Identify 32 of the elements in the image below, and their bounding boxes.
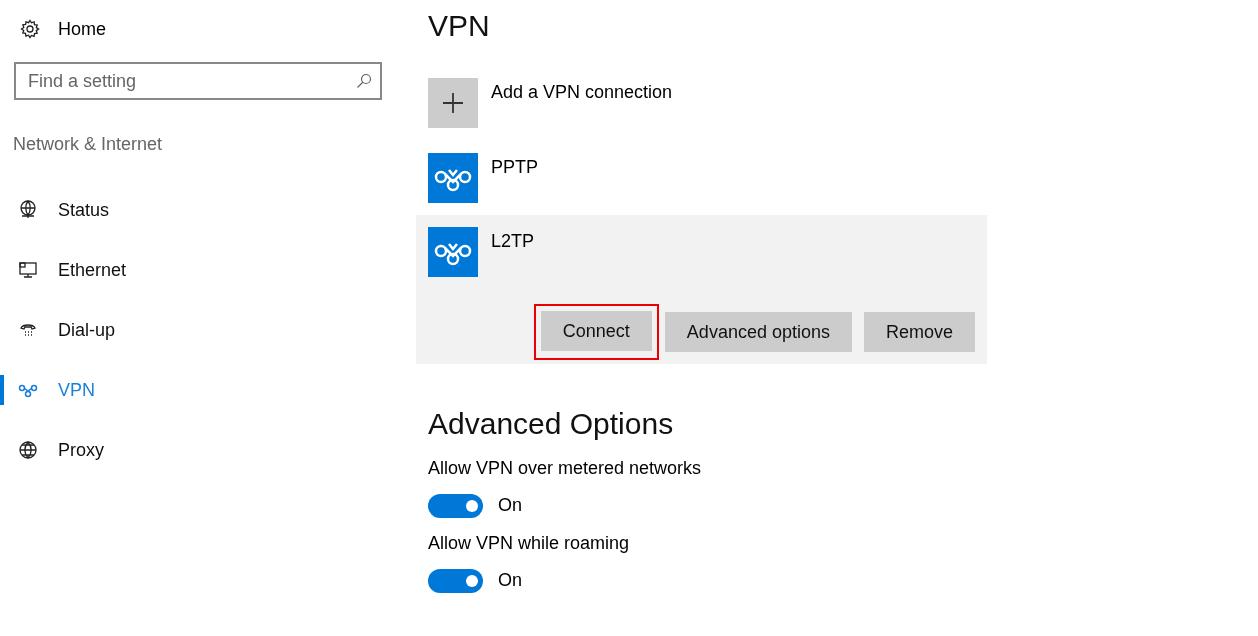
add-tile-icon[interactable] xyxy=(428,78,478,128)
nav-item[interactable]: Dial-up xyxy=(58,316,116,344)
nav-item[interactable]: VPN xyxy=(58,376,95,404)
home-link[interactable]: Home xyxy=(58,15,106,43)
search-field[interactable]: Find a setting xyxy=(14,62,382,100)
search-icon xyxy=(356,73,372,89)
add-vpn-link[interactable]: Add a VPN connection xyxy=(491,78,673,128)
connection-name: PPTP xyxy=(491,156,538,179)
globe-icon xyxy=(18,440,38,460)
toggle-switch[interactable] xyxy=(428,568,483,593)
section-heading: Network & Internet xyxy=(12,133,164,156)
monitor-icon xyxy=(18,260,38,280)
settings-icon[interactable] xyxy=(20,19,40,39)
toggle-switch[interactable] xyxy=(428,493,483,518)
vpn-tile-icon xyxy=(428,227,478,277)
option-label: Allow VPN while roaming xyxy=(428,532,631,555)
toggle-state: On xyxy=(498,569,522,592)
action-button[interactable]: Connect xyxy=(540,311,652,351)
nav-item[interactable]: Proxy xyxy=(58,436,104,464)
selection-indicator xyxy=(0,375,4,405)
vpn-connection[interactable]: L2TP Connect Advanced options Remove xyxy=(416,215,987,364)
globe-monitor-icon xyxy=(18,200,38,220)
section-title: Advanced Options xyxy=(427,406,675,442)
page-title: VPN xyxy=(427,8,491,44)
toggle-state: On xyxy=(498,494,522,517)
action-button[interactable]: Advanced options xyxy=(664,312,852,352)
nav-item[interactable]: Status xyxy=(58,196,110,224)
option-label: Allow VPN over metered networks xyxy=(428,457,703,480)
action-button[interactable]: Remove xyxy=(863,312,975,352)
vpn-tile-icon xyxy=(428,153,478,203)
connection-name: L2TP xyxy=(491,230,535,253)
nav-item[interactable]: Ethernet xyxy=(58,256,127,284)
